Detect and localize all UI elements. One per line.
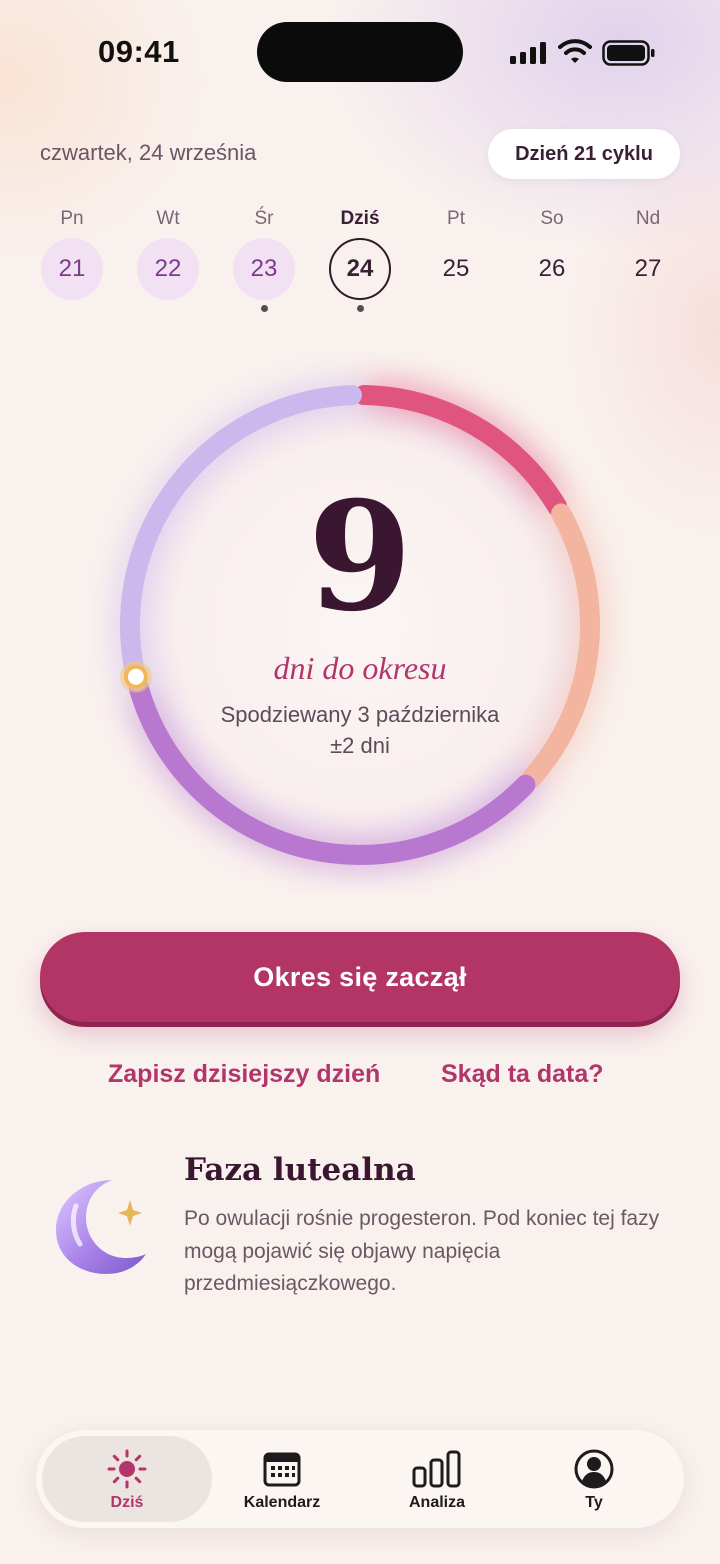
week-strip: Pn 21 Wt 22 Śr 23 Dziś 24 Pt 25 So 26 Nd 27 — [24, 205, 696, 315]
tab-label: Ty — [585, 1494, 603, 1511]
wifi-icon — [558, 39, 592, 63]
why-this-date-link[interactable]: Skąd ta data? — [441, 1060, 604, 1089]
log-dot — [261, 305, 268, 312]
dynamic-island — [257, 22, 463, 82]
signal-icon — [510, 42, 546, 64]
status-bar: 09:41 — [0, 22, 720, 84]
status-time: 09:41 — [98, 34, 180, 69]
period-started-button[interactable]: Okres się zaczął — [40, 932, 680, 1022]
tab-bar: Dziś Kalendarz Analiza Ty — [36, 1430, 684, 1528]
day-number: 22 — [137, 238, 199, 300]
day-25[interactable]: Pt 25 — [408, 205, 504, 315]
expected-date: Spodziewany 3 października ±2 dni — [0, 699, 720, 761]
sun-icon — [107, 1449, 147, 1489]
day-number: 26 — [538, 255, 566, 282]
day-name: Pn — [60, 208, 84, 229]
day-number: 21 — [41, 238, 103, 300]
log-dot — [357, 305, 364, 312]
day-number: 23 — [233, 238, 295, 300]
battery-icon — [602, 40, 655, 66]
log-today-link[interactable]: Zapisz dzisiejszy dzień — [108, 1060, 380, 1089]
phase-title: Faza lutealna — [184, 1152, 416, 1188]
day-24[interactable]: Dziś 24 — [312, 205, 408, 315]
expected-date-text: Spodziewany 3 października — [220, 702, 500, 727]
phase-description: Po owulacji rośnie progesteron. Pod koni… — [184, 1207, 660, 1295]
tab-label: Kalendarz — [243, 1494, 321, 1511]
expected-date-tolerance: ±2 dni — [330, 733, 390, 758]
tab-profile[interactable]: Ty — [514, 1436, 674, 1522]
day-name: Nd — [635, 208, 661, 229]
day-name: Pt — [447, 208, 465, 229]
tab-label: Analiza — [408, 1494, 465, 1511]
day-name: Śr — [254, 208, 274, 229]
profile-icon — [574, 1449, 614, 1489]
day-number: 27 — [634, 255, 662, 282]
tab-today[interactable]: Dziś — [42, 1436, 212, 1522]
cycle-day-badge[interactable]: Dzień 21 cyklu — [488, 129, 680, 179]
day-23[interactable]: Śr 23 — [216, 205, 312, 315]
tab-label: Dziś — [110, 1494, 144, 1511]
day-22[interactable]: Wt 22 — [120, 205, 216, 315]
day-21[interactable]: Pn 21 — [24, 205, 120, 315]
day-number: 24 — [329, 238, 391, 300]
day-26[interactable]: So 26 — [504, 205, 600, 315]
current-date: czwartek, 24 września — [40, 140, 257, 165]
tab-analysis[interactable]: Analiza — [357, 1436, 517, 1522]
bar-chart-icon — [412, 1450, 461, 1488]
day-name: So — [540, 208, 564, 229]
tab-calendar[interactable]: Kalendarz — [202, 1436, 362, 1522]
day-number: 25 — [442, 255, 470, 282]
days-until-period: 9 — [307, 469, 413, 645]
day-name: Dziś — [340, 208, 380, 229]
day-name: Wt — [156, 208, 180, 229]
moon-icon — [56, 1180, 146, 1274]
calendar-icon — [263, 1452, 301, 1487]
day-27[interactable]: Nd 27 — [600, 205, 696, 315]
days-until-label: dni do okresu — [273, 650, 447, 686]
